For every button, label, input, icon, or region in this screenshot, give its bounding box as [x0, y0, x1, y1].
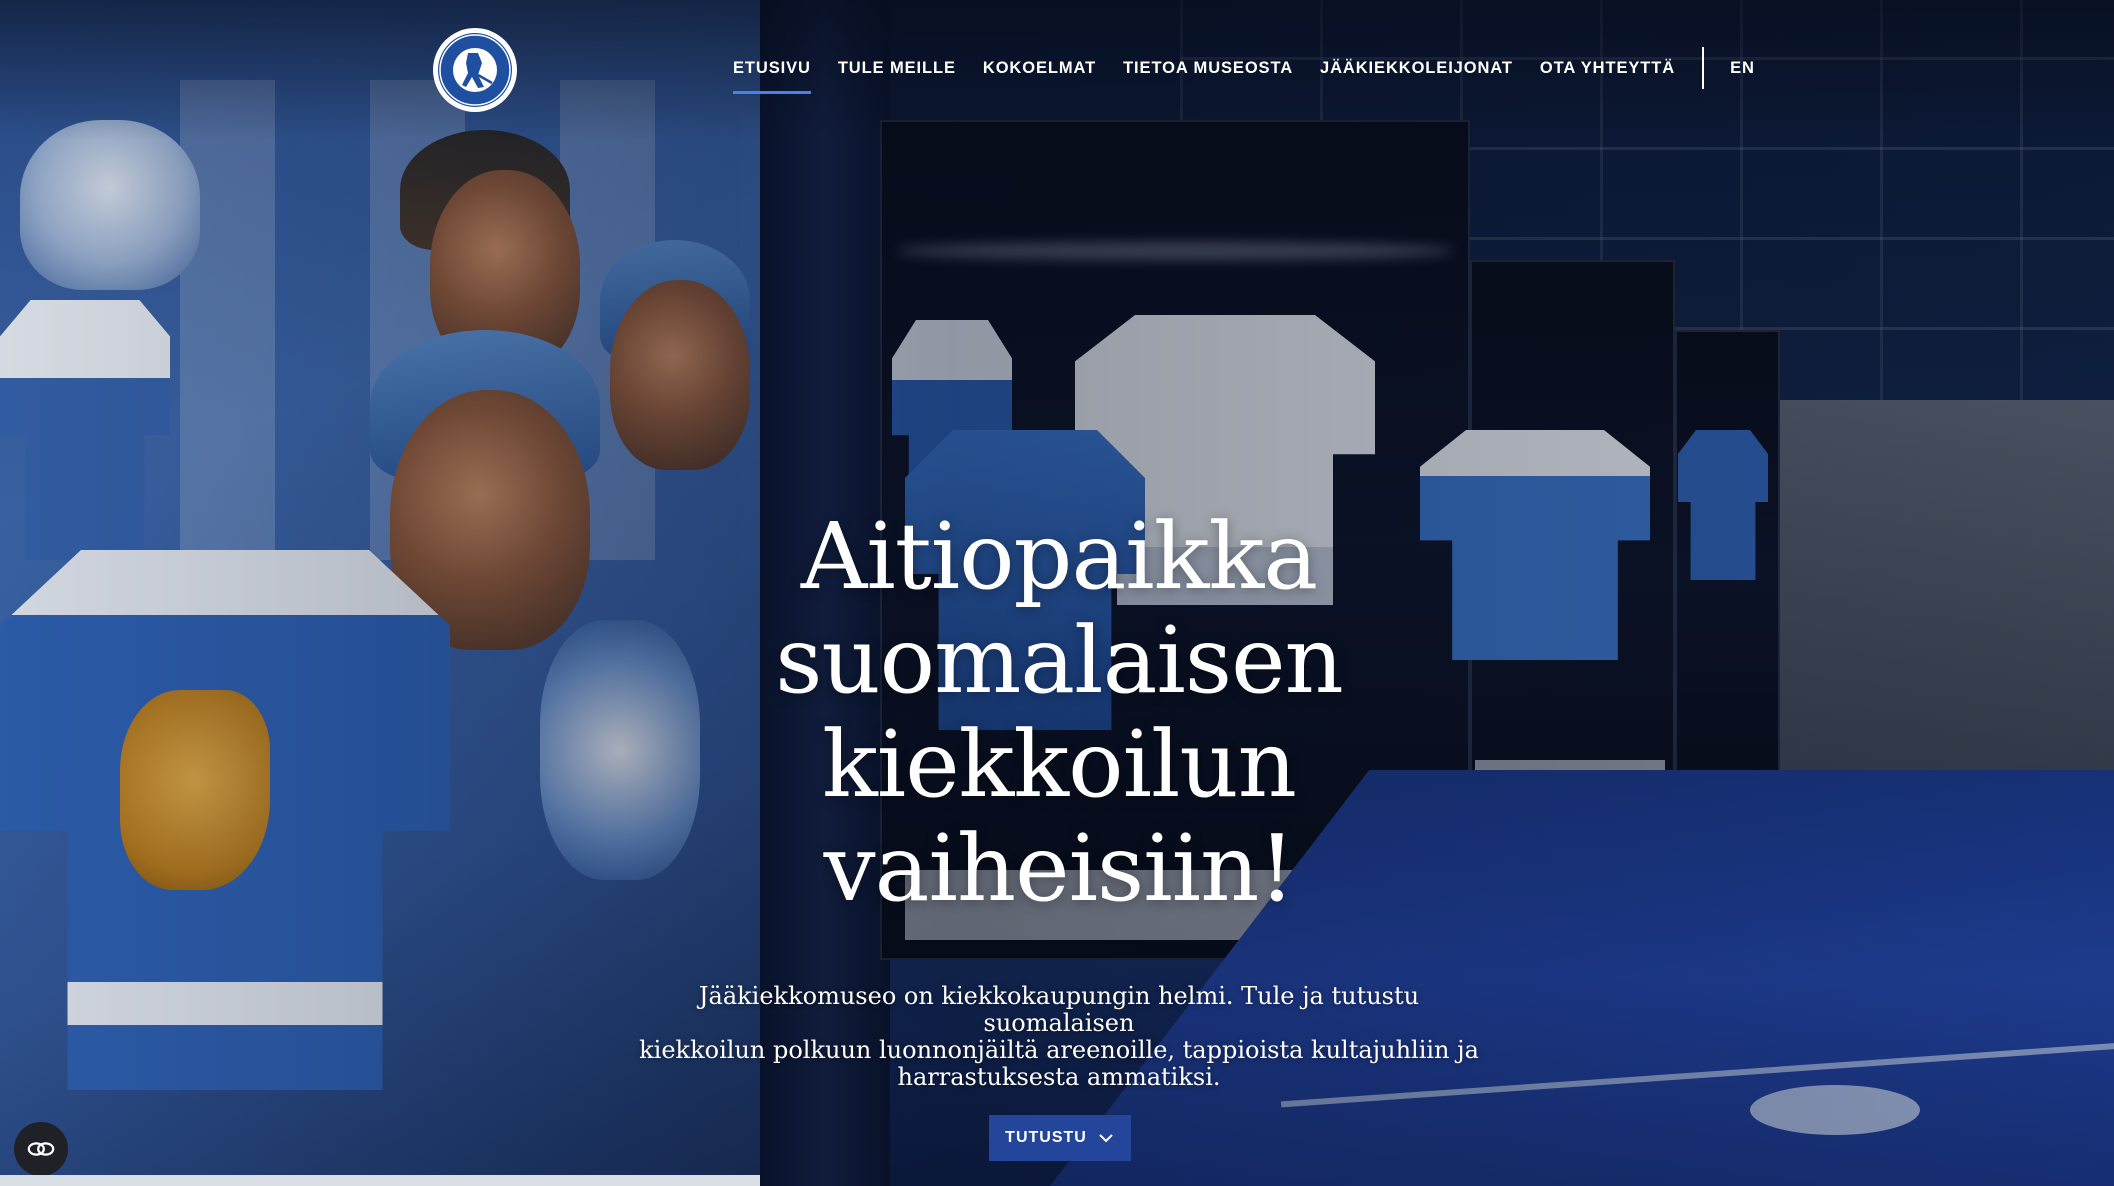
logo-emblem [438, 33, 512, 107]
accessibility-toggle-button[interactable] [14, 1122, 68, 1176]
hockey-player-logo-icon [439, 34, 511, 106]
hero-subtitle: Jääkiekkomuseo on kiekkokaupungin helmi.… [620, 983, 1498, 1091]
nav-item-jaakiekkoleijonat[interactable]: JÄÄKIEKKOLEIJONAT [1320, 48, 1513, 88]
hero-title: Aitiopaikka suomalaisen kiekkoilun vaihe… [600, 505, 1518, 921]
main-nav: ETUSIVU TULE MEILLE KOKOELMAT TIETOA MUS… [733, 47, 1755, 94]
nav-item-tule-meille[interactable]: TULE MEILLE [838, 48, 956, 88]
nav-item-etusivu[interactable]: ETUSIVU [733, 48, 811, 94]
nav-item-ota-yhteytta[interactable]: OTA YHTEYTTÄ [1540, 48, 1675, 88]
nav-item-tietoa-museosta[interactable]: TIETOA MUSEOSTA [1123, 48, 1293, 88]
site-header: ETUSIVU TULE MEILLE KOKOELMAT TIETOA MUS… [0, 0, 2114, 130]
tutustu-button[interactable]: TUTUSTU [989, 1115, 1131, 1161]
hero-title-line: Aitiopaikka [800, 503, 1318, 610]
hero-title-line: suomalaisen [775, 607, 1344, 714]
nav-divider [1702, 47, 1705, 89]
site-logo[interactable] [433, 28, 517, 112]
hero-subtitle-line: Jääkiekkomuseo on kiekkokaupungin helmi.… [698, 982, 1420, 1037]
hero-title-line: vaiheisiin! [823, 815, 1296, 922]
nav-item-kokoelmat[interactable]: KOKOELMAT [983, 48, 1096, 88]
accessibility-toggle-icon [27, 1142, 55, 1156]
bottom-strip [0, 1175, 760, 1186]
chevron-down-icon [1099, 1134, 1113, 1143]
tutustu-button-label: TUTUSTU [1005, 1129, 1087, 1146]
language-switch[interactable]: EN [1730, 59, 1755, 78]
hero-subtitle-line: harrastuksesta ammatiksi. [897, 1063, 1221, 1091]
hero-title-line: kiekkoilun [822, 711, 1297, 818]
hero-subtitle-line: kiekkoilun polkuun luonnonjäiltä areenoi… [639, 1036, 1479, 1064]
